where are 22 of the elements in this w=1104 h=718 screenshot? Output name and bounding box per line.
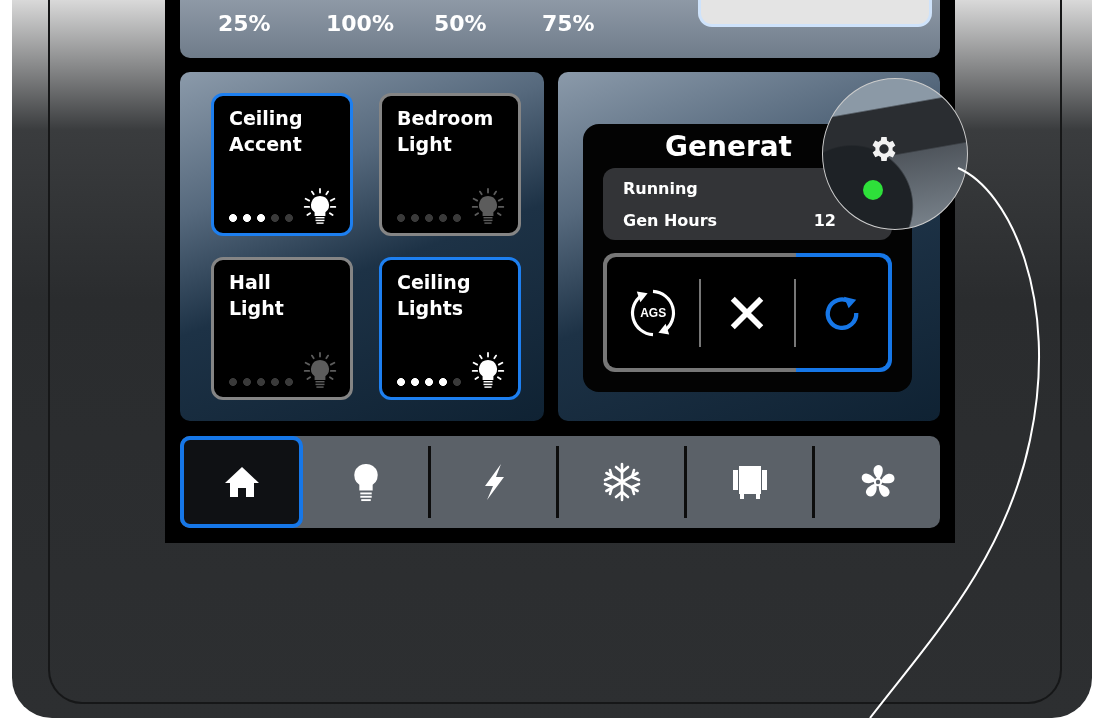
percent-value: 75% [542, 10, 596, 36]
light-name: Bedroom Light [397, 106, 494, 157]
snowflake-icon [601, 462, 642, 502]
light-tile[interactable]: Hall Light [211, 257, 353, 400]
lightbulb-icon [302, 351, 338, 389]
percent-value: 25% [218, 10, 272, 36]
home-tab[interactable] [180, 436, 303, 528]
hours-value: 12 [813, 210, 836, 232]
lightbulb-icon [470, 351, 506, 389]
lightbulb-icon [302, 187, 338, 225]
lightbulb-icon [470, 187, 506, 225]
light-name: Ceiling Accent [229, 106, 303, 157]
light-name: Ceiling Lights [397, 270, 471, 321]
percent-value: 100% [326, 10, 395, 36]
light-name: Hall Light [229, 270, 284, 321]
light-tile[interactable]: Ceiling Accent [211, 93, 353, 236]
percent-value: 50% [434, 10, 488, 36]
hours-label: Gen Hours [623, 210, 718, 232]
light-tile[interactable]: Ceiling Lights [379, 257, 521, 400]
light-tile[interactable]: Bedroom Light [379, 93, 521, 236]
status-label: Running [623, 178, 698, 200]
generator-title: Generat [665, 130, 792, 164]
